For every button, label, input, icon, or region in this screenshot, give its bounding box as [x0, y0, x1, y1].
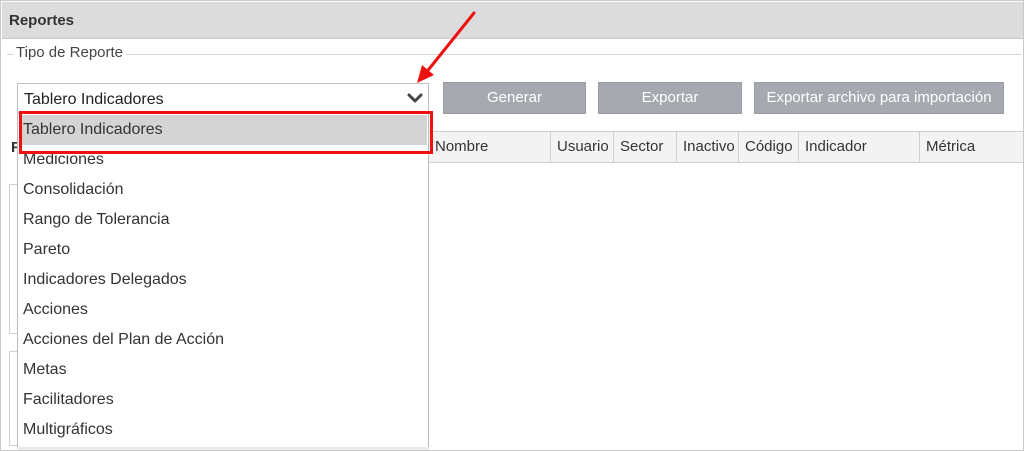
reports-window: Reportes Tipo de Reporte F Tablero Indic… — [0, 0, 1024, 451]
red-arrow-icon — [417, 11, 476, 83]
